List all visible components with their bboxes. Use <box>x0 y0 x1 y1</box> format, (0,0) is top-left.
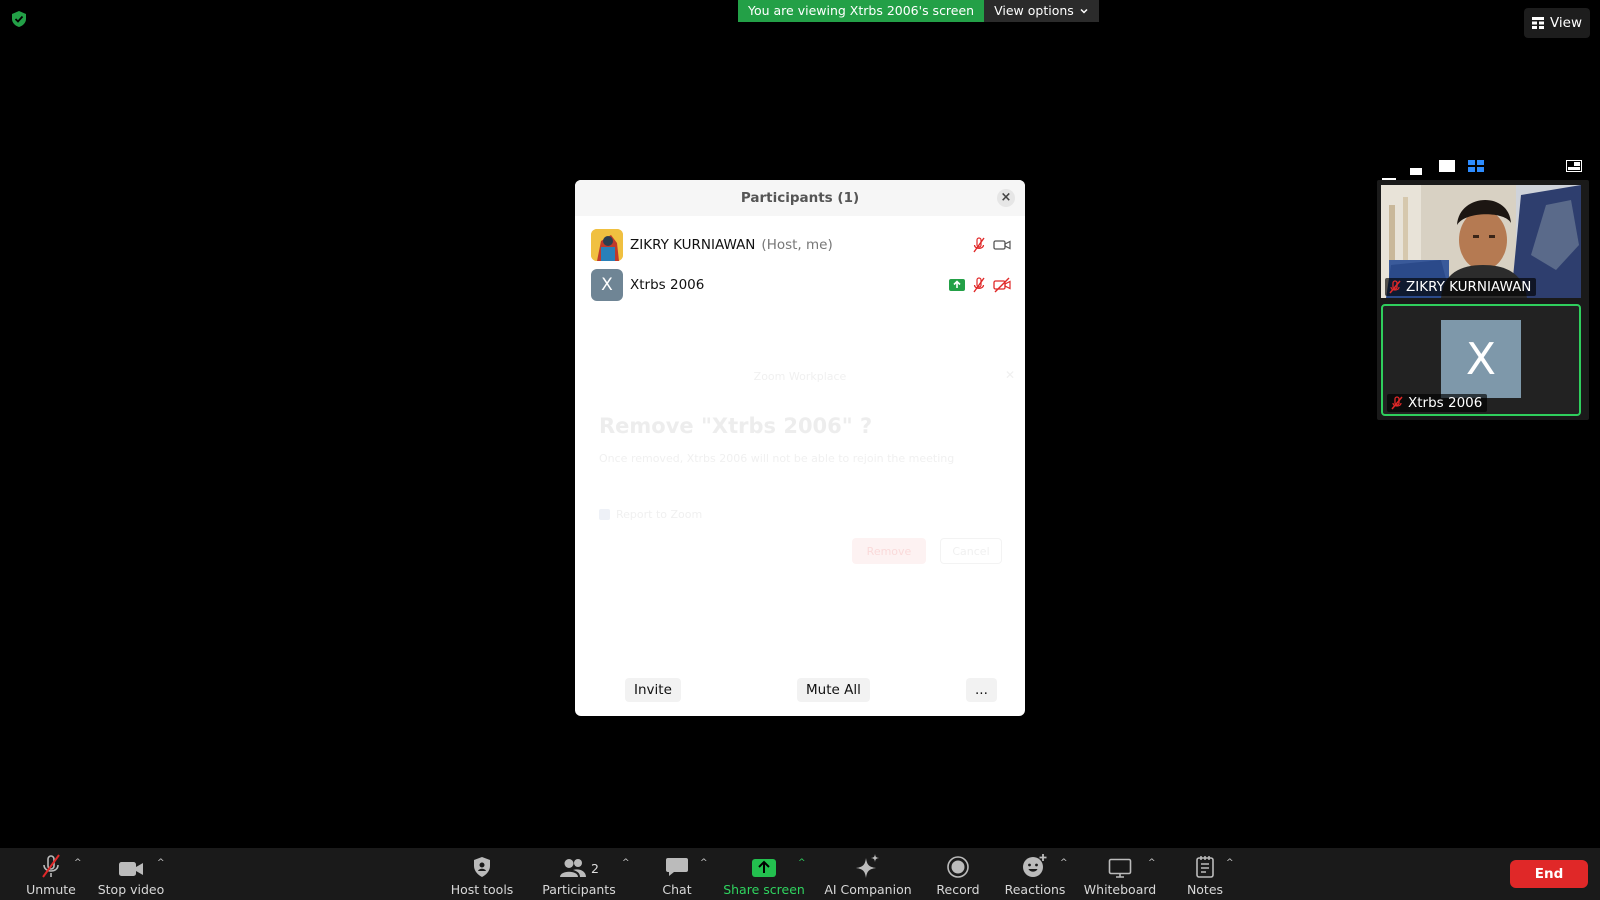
participant-name: ZIKRY KURNIAWAN <box>630 237 756 253</box>
report-checkbox: Report to Zoom <box>599 508 702 521</box>
dialog-window-title: Zoom Workplace <box>753 370 847 383</box>
avatar <box>591 229 623 261</box>
video-tile-xtrbs[interactable]: X Xtrbs 2006 <box>1381 304 1581 416</box>
participants-options-caret[interactable]: ^ <box>622 858 630 868</box>
whiteboard-options-caret[interactable]: ^ <box>1148 858 1156 868</box>
host-tools-button[interactable]: Host tools <box>450 854 514 898</box>
panel-footer: Invite Mute All ... <box>575 670 1025 716</box>
tile-name-tag: ZIKRY KURNIAWAN <box>1385 278 1537 296</box>
reactions-button[interactable]: Reactions <box>1005 854 1065 898</box>
panel-header: Participants (1) × <box>575 180 1025 216</box>
screen-share-banner: You are viewing Xtrbs 2006's screen View… <box>738 0 1099 22</box>
pop-out-layout-icon[interactable] <box>1566 157 1582 176</box>
meeting-toolbar: Unmute ^ Stop video ^ Host tools 2 Parti… <box>0 848 1600 900</box>
share-screen-icon <box>752 859 776 877</box>
view-button[interactable]: View <box>1523 8 1590 38</box>
participant-row[interactable]: ZIKRY KURNIAWAN (Host, me) <box>591 229 1011 261</box>
video-on-icon[interactable] <box>993 238 1011 252</box>
security-shield-icon[interactable] <box>10 10 28 28</box>
participant-name: Xtrbs 2006 <box>630 277 705 293</box>
participants-icon <box>560 859 587 877</box>
notes-icon <box>1196 856 1214 878</box>
panel-title: Participants (1) <box>740 190 860 206</box>
notes-label: Notes <box>1186 882 1224 897</box>
chat-icon <box>666 858 688 876</box>
large-tile-layout-icon[interactable] <box>1439 157 1455 176</box>
avatar: X <box>591 269 623 301</box>
mic-muted-icon[interactable] <box>971 277 987 293</box>
reactions-options-caret[interactable]: ^ <box>1060 858 1068 868</box>
tile-participant-name: ZIKRY KURNIAWAN <box>1406 279 1532 295</box>
sparkle-icon <box>856 854 879 878</box>
whiteboard-label: Whiteboard <box>1083 882 1157 897</box>
share-screen-icon <box>949 279 965 291</box>
view-label: View <box>1549 15 1582 31</box>
faded-remove-dialog: Zoom Workplace ✕ Remove "Xtrbs 2006" ? O… <box>575 368 1025 580</box>
reactions-label: Reactions <box>1004 882 1066 897</box>
close-button[interactable]: × <box>997 189 1015 207</box>
participant-row[interactable]: X Xtrbs 2006 <box>591 269 1011 301</box>
emoji-icon <box>1023 854 1047 877</box>
small-tile-layout-icon[interactable] <box>1410 161 1424 180</box>
audio-options-caret[interactable]: ^ <box>74 858 82 868</box>
mute-all-button[interactable]: Mute All <box>797 678 870 702</box>
end-meeting-button[interactable]: End <box>1510 860 1588 888</box>
mic-muted-icon <box>1389 280 1401 294</box>
dialog-remove-button: Remove <box>852 538 926 564</box>
dialog-body: Once removed, Xtrbs 2006 will not be abl… <box>599 452 955 465</box>
whiteboard-icon <box>1108 858 1132 878</box>
mic-muted-icon <box>42 854 60 878</box>
video-options-caret[interactable]: ^ <box>157 858 165 868</box>
record-button[interactable]: Record <box>935 854 981 898</box>
stop-video-button[interactable]: Stop video <box>97 854 165 898</box>
gallery-layout-icon[interactable] <box>1468 157 1484 176</box>
grid-icon <box>1531 17 1544 29</box>
tile-layout-switcher <box>1378 156 1588 180</box>
ai-companion-button[interactable]: AI Companion <box>824 854 912 898</box>
mic-muted-icon <box>1391 396 1403 410</box>
host-tools-label: Host tools <box>450 882 514 897</box>
viewing-screen-label: You are viewing Xtrbs 2006's screen <box>738 0 985 22</box>
unmute-label: Unmute <box>26 882 76 897</box>
participants-label: Participants <box>542 882 616 897</box>
dialog-heading: Remove "Xtrbs 2006" ? <box>599 414 873 438</box>
notes-options-caret[interactable]: ^ <box>1226 858 1234 868</box>
view-options-button[interactable]: View options <box>984 0 1099 22</box>
video-tile-zikry[interactable]: ZIKRY KURNIAWAN <box>1381 185 1581 298</box>
whiteboard-button[interactable]: Whiteboard <box>1083 854 1157 898</box>
video-off-icon[interactable] <box>993 277 1011 293</box>
chat-options-caret[interactable]: ^ <box>700 858 708 868</box>
participant-avatar: X <box>1441 320 1521 398</box>
chat-label: Chat <box>662 882 692 897</box>
more-options-button[interactable]: ... <box>966 678 997 702</box>
mic-muted-icon[interactable] <box>971 237 987 253</box>
meeting-window: { "banner": { "viewing_text": "You are v… <box>0 0 1600 900</box>
notes-button[interactable]: Notes <box>1185 854 1225 898</box>
video-camera-icon <box>119 862 143 876</box>
record-label: Record <box>936 882 980 897</box>
dialog-close-icon: ✕ <box>1004 368 1015 382</box>
view-options-label: View options <box>994 3 1074 18</box>
participants-count: 2 <box>591 861 599 876</box>
participants-panel: Participants (1) × ZIKRY KURNIAWAN (Host… <box>575 180 1025 716</box>
chat-button[interactable]: Chat <box>656 854 698 898</box>
tile-name-tag: Xtrbs 2006 <box>1387 394 1488 412</box>
share-options-caret[interactable]: ^ <box>798 858 806 868</box>
report-checkbox-label: Report to Zoom <box>616 508 703 521</box>
shield-icon <box>474 857 490 877</box>
invite-button[interactable]: Invite <box>625 678 681 702</box>
stop-video-label: Stop video <box>97 882 165 897</box>
participant-role: (Host, me) <box>761 237 833 253</box>
video-tiles-panel: ZIKRY KURNIAWAN X Xtrbs 2006 <box>1377 180 1589 420</box>
chevron-down-icon <box>1080 8 1088 14</box>
tile-participant-name: Xtrbs 2006 <box>1408 395 1483 411</box>
unmute-button[interactable]: Unmute <box>26 854 76 898</box>
ai-companion-label: AI Companion <box>824 882 912 897</box>
participants-button[interactable]: 2 Participants <box>542 854 616 898</box>
share-screen-label: Share screen <box>723 882 805 897</box>
share-screen-button[interactable]: Share screen <box>723 854 805 898</box>
record-icon <box>947 856 969 878</box>
dialog-cancel-button: Cancel <box>940 538 1002 564</box>
